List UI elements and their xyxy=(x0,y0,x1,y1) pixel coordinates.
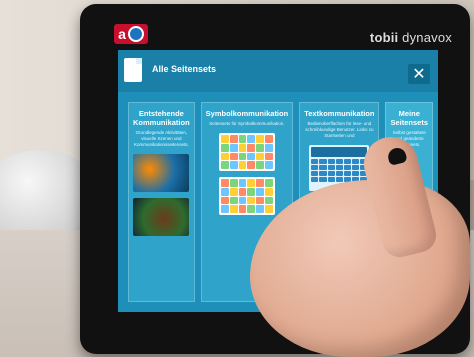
brand-logo: a xyxy=(114,24,148,44)
brand-suffix: dynavox xyxy=(402,30,452,45)
pagesets-icon xyxy=(124,58,142,82)
logo-c-icon xyxy=(127,26,144,42)
logo-letter: a xyxy=(118,26,126,42)
card-title: Entstehende Kommunikation xyxy=(133,109,190,127)
card-title: Meine Seitensets xyxy=(390,109,429,127)
keyboard-keys xyxy=(311,159,368,182)
top-bar: Alle Seitensets ✕ xyxy=(118,50,438,92)
aquarium-thumbnail xyxy=(133,154,190,192)
close-icon: ✕ xyxy=(412,66,426,83)
keyboard-bar xyxy=(311,147,368,157)
card-description: Seitensets für Symbolkommunikation. xyxy=(209,121,285,126)
card-description: Grundlegende Aktivitäten, visuelle Szene… xyxy=(133,130,189,147)
brand-name: tobii dynavox xyxy=(370,30,452,45)
page-title: Alle Seitensets xyxy=(152,64,217,74)
jungle-thumbnail xyxy=(133,198,190,236)
close-button[interactable]: ✕ xyxy=(408,64,430,84)
brand-prefix: tobii xyxy=(369,30,399,45)
device-top-bezel: a tobii dynavox xyxy=(80,4,470,45)
card-entstehende-kommunikation[interactable]: Entstehende Kommunikation Grundlegende A… xyxy=(128,102,195,302)
card-description: Bedienoberflächen für lese- und schreibk… xyxy=(305,121,374,138)
symbol-grid-thumbnail-2 xyxy=(218,177,275,215)
card-title: Textkommunikation xyxy=(304,109,375,118)
symbol-grid-thumbnail xyxy=(218,133,275,171)
card-title: Symbolkommunikation xyxy=(205,109,289,118)
